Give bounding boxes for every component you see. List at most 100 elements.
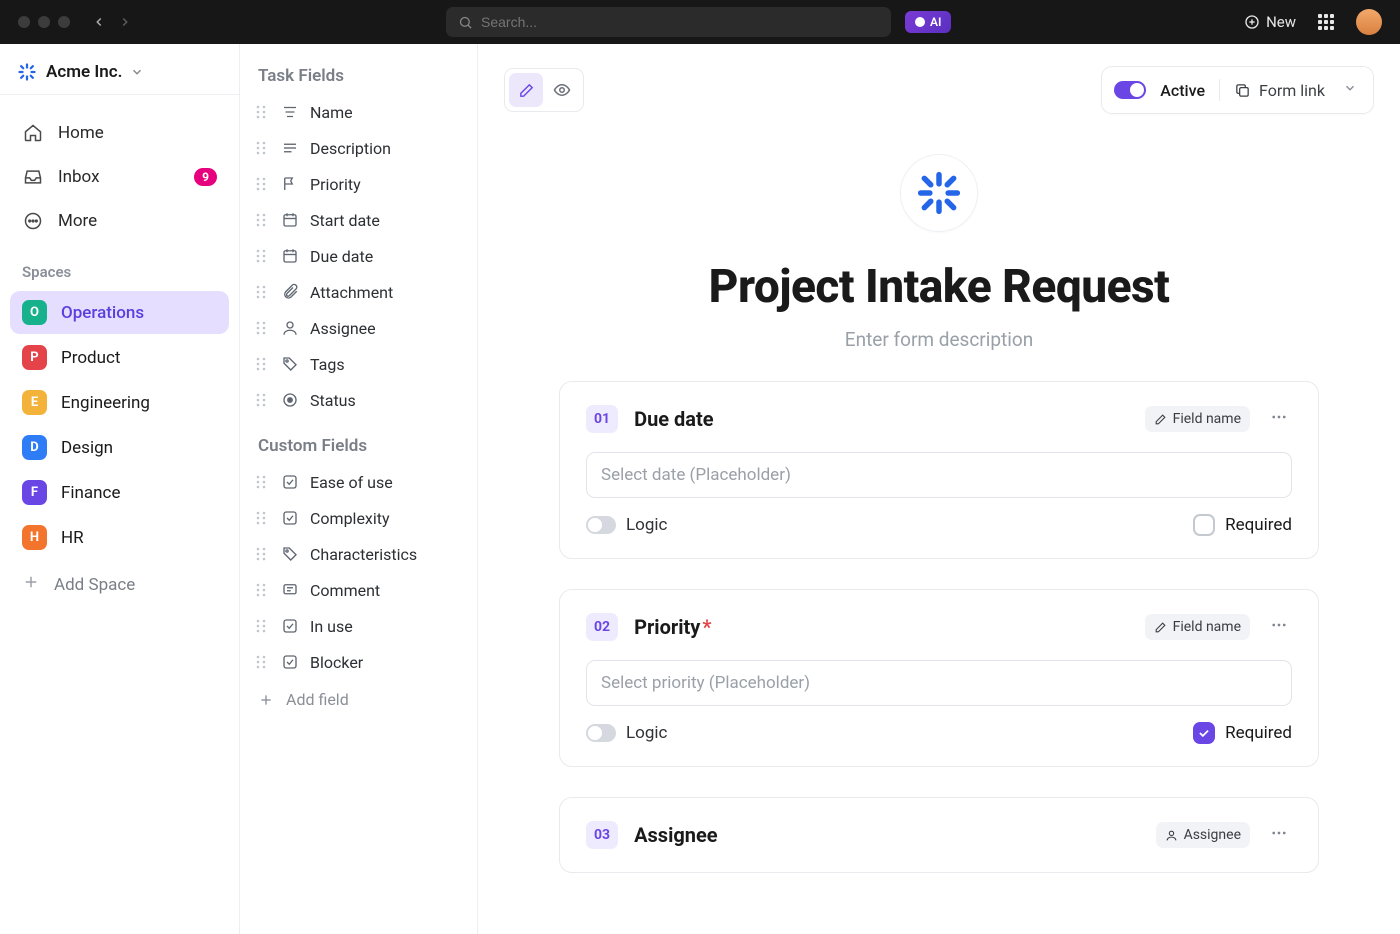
- pencil-icon: [518, 82, 535, 99]
- drag-handle-icon[interactable]: [256, 140, 270, 156]
- add-field-button[interactable]: Add field: [250, 680, 467, 719]
- drag-handle-icon[interactable]: [256, 320, 270, 336]
- drag-handle-icon[interactable]: [256, 248, 270, 264]
- drag-handle-icon[interactable]: [256, 212, 270, 228]
- traffic-min[interactable]: [38, 16, 50, 28]
- drag-handle-icon[interactable]: [256, 104, 270, 120]
- field-label: In use: [310, 617, 353, 636]
- drag-handle-icon[interactable]: [256, 356, 270, 372]
- logic-toggle[interactable]: [586, 724, 616, 742]
- question-menu[interactable]: [1266, 404, 1292, 434]
- required-checkbox[interactable]: [1193, 722, 1215, 744]
- field-type-icon: [280, 102, 300, 122]
- field-name[interactable]: Name: [250, 94, 467, 130]
- drag-handle-icon[interactable]: [256, 618, 270, 634]
- drag-handle-icon[interactable]: [256, 582, 270, 598]
- field-start-date[interactable]: Start date: [250, 202, 467, 238]
- question-card-02[interactable]: 02 Priority* Field name Select priority (Pl…: [559, 589, 1319, 767]
- field-comment[interactable]: Comment: [250, 572, 467, 608]
- search-input[interactable]: [481, 14, 879, 30]
- drag-handle-icon[interactable]: [256, 284, 270, 300]
- active-toggle[interactable]: [1114, 81, 1146, 99]
- field-type-icon: [280, 174, 300, 194]
- field-type-icon: [280, 246, 300, 266]
- question-menu[interactable]: [1266, 820, 1292, 850]
- question-title[interactable]: Priority*: [634, 615, 1129, 639]
- space-label: Product: [61, 348, 120, 368]
- add-field-label: Add field: [286, 690, 349, 709]
- traffic-max[interactable]: [58, 16, 70, 28]
- field-label: Characteristics: [310, 545, 417, 564]
- field-attachment[interactable]: Attachment: [250, 274, 467, 310]
- space-item-design[interactable]: DDesign: [10, 426, 229, 469]
- drag-handle-icon[interactable]: [256, 176, 270, 192]
- field-due-date[interactable]: Due date: [250, 238, 467, 274]
- field-description[interactable]: Description: [250, 130, 467, 166]
- question-input-placeholder[interactable]: Select date (Placeholder): [586, 452, 1292, 498]
- drag-handle-icon[interactable]: [256, 546, 270, 562]
- edit-mode-button[interactable]: [509, 73, 543, 107]
- global-search[interactable]: [446, 7, 891, 37]
- drag-handle-icon[interactable]: [256, 392, 270, 408]
- field-name-chip[interactable]: Field name: [1145, 614, 1250, 640]
- workspace-switcher[interactable]: Acme Inc.: [0, 44, 239, 95]
- field-type-icon: [280, 472, 300, 492]
- space-item-product[interactable]: PProduct: [10, 336, 229, 379]
- field-label: Complexity: [310, 509, 390, 528]
- ai-button[interactable]: AI: [905, 11, 951, 33]
- nav-home[interactable]: Home: [12, 113, 227, 153]
- add-space-button[interactable]: Add Space: [0, 561, 239, 608]
- user-avatar[interactable]: [1356, 9, 1382, 35]
- plus-icon: [22, 573, 40, 591]
- question-card-01[interactable]: 01Due dateField nameSelect date (Placeho…: [559, 381, 1319, 559]
- field-type-icon: [280, 390, 300, 410]
- traffic-close[interactable]: [18, 16, 30, 28]
- nav-inbox[interactable]: Inbox 9: [12, 157, 227, 197]
- form-link-dropdown[interactable]: [1339, 81, 1361, 99]
- drag-handle-icon[interactable]: [256, 474, 270, 490]
- field-blocker[interactable]: Blocker: [250, 644, 467, 680]
- question-number: 02: [586, 613, 618, 641]
- back-icon[interactable]: [92, 15, 106, 29]
- question-title[interactable]: Assignee: [634, 823, 1139, 847]
- logic-toggle[interactable]: [586, 516, 616, 534]
- form-logo[interactable]: [900, 154, 978, 232]
- drag-handle-icon[interactable]: [256, 510, 270, 526]
- field-priority[interactable]: Priority: [250, 166, 467, 202]
- space-item-hr[interactable]: HHR: [10, 516, 229, 559]
- link-icon: [1234, 82, 1251, 99]
- field-ease-of-use[interactable]: Ease of use: [250, 464, 467, 500]
- question-card-03[interactable]: 03AssigneeAssignee: [559, 797, 1319, 873]
- nav-more-label: More: [58, 211, 97, 231]
- field-label: Blocker: [310, 653, 363, 672]
- field-type-icon: [280, 544, 300, 564]
- form-title[interactable]: Project Intake Request: [559, 260, 1319, 314]
- logic-label: Logic: [626, 515, 667, 535]
- field-name-chip[interactable]: Field name: [1145, 406, 1250, 432]
- preview-mode-button[interactable]: [545, 73, 579, 107]
- apps-icon[interactable]: [1318, 14, 1334, 30]
- form-description-placeholder[interactable]: Enter form description: [559, 328, 1319, 351]
- field-name-chip[interactable]: Assignee: [1156, 822, 1250, 848]
- space-item-finance[interactable]: FFinance: [10, 471, 229, 514]
- question-input-placeholder[interactable]: Select priority (Placeholder): [586, 660, 1292, 706]
- drag-handle-icon[interactable]: [256, 654, 270, 670]
- field-complexity[interactable]: Complexity: [250, 500, 467, 536]
- field-in-use[interactable]: In use: [250, 608, 467, 644]
- question-title[interactable]: Due date: [634, 407, 1129, 431]
- nav-more[interactable]: More: [12, 201, 227, 241]
- required-checkbox[interactable]: [1193, 514, 1215, 536]
- question-menu[interactable]: [1266, 612, 1292, 642]
- field-tags[interactable]: Tags: [250, 346, 467, 382]
- form-link-button[interactable]: Form link: [1234, 81, 1325, 100]
- form-header-actions: Active Form link: [1101, 66, 1374, 114]
- space-item-engineering[interactable]: EEngineering: [10, 381, 229, 424]
- field-assignee[interactable]: Assignee: [250, 310, 467, 346]
- fields-panel: Task Fields NameDescriptionPriorityStart…: [240, 44, 478, 934]
- required-label: Required: [1225, 723, 1292, 743]
- field-characteristics[interactable]: Characteristics: [250, 536, 467, 572]
- field-status[interactable]: Status: [250, 382, 467, 418]
- forward-icon[interactable]: [118, 15, 132, 29]
- new-button[interactable]: New: [1244, 13, 1296, 31]
- space-item-operations[interactable]: OOperations: [10, 291, 229, 334]
